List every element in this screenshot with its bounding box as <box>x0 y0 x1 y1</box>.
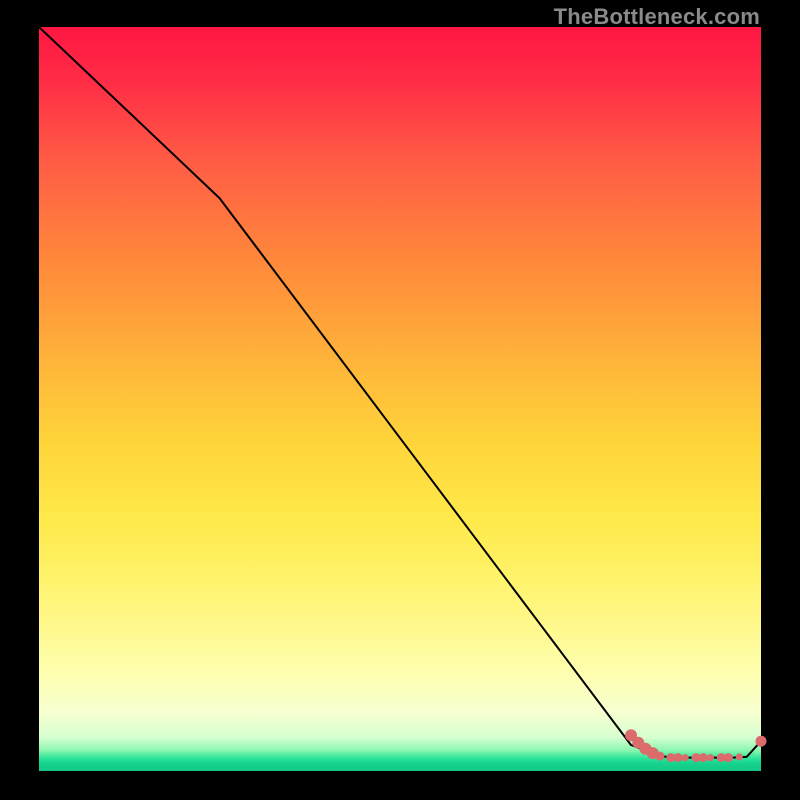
chart-marker <box>682 754 689 761</box>
chart-group <box>39 27 767 762</box>
chart-marker <box>707 754 714 761</box>
chart-marker <box>736 753 743 760</box>
chart-marker <box>655 752 664 761</box>
chart-stage: TheBottleneck.com <box>0 0 800 800</box>
chart-marker <box>756 736 767 747</box>
chart-marker <box>724 753 733 762</box>
chart-overlay <box>0 0 800 800</box>
chart-marker <box>699 753 708 762</box>
chart-line <box>39 27 761 758</box>
chart-marker <box>674 753 683 762</box>
